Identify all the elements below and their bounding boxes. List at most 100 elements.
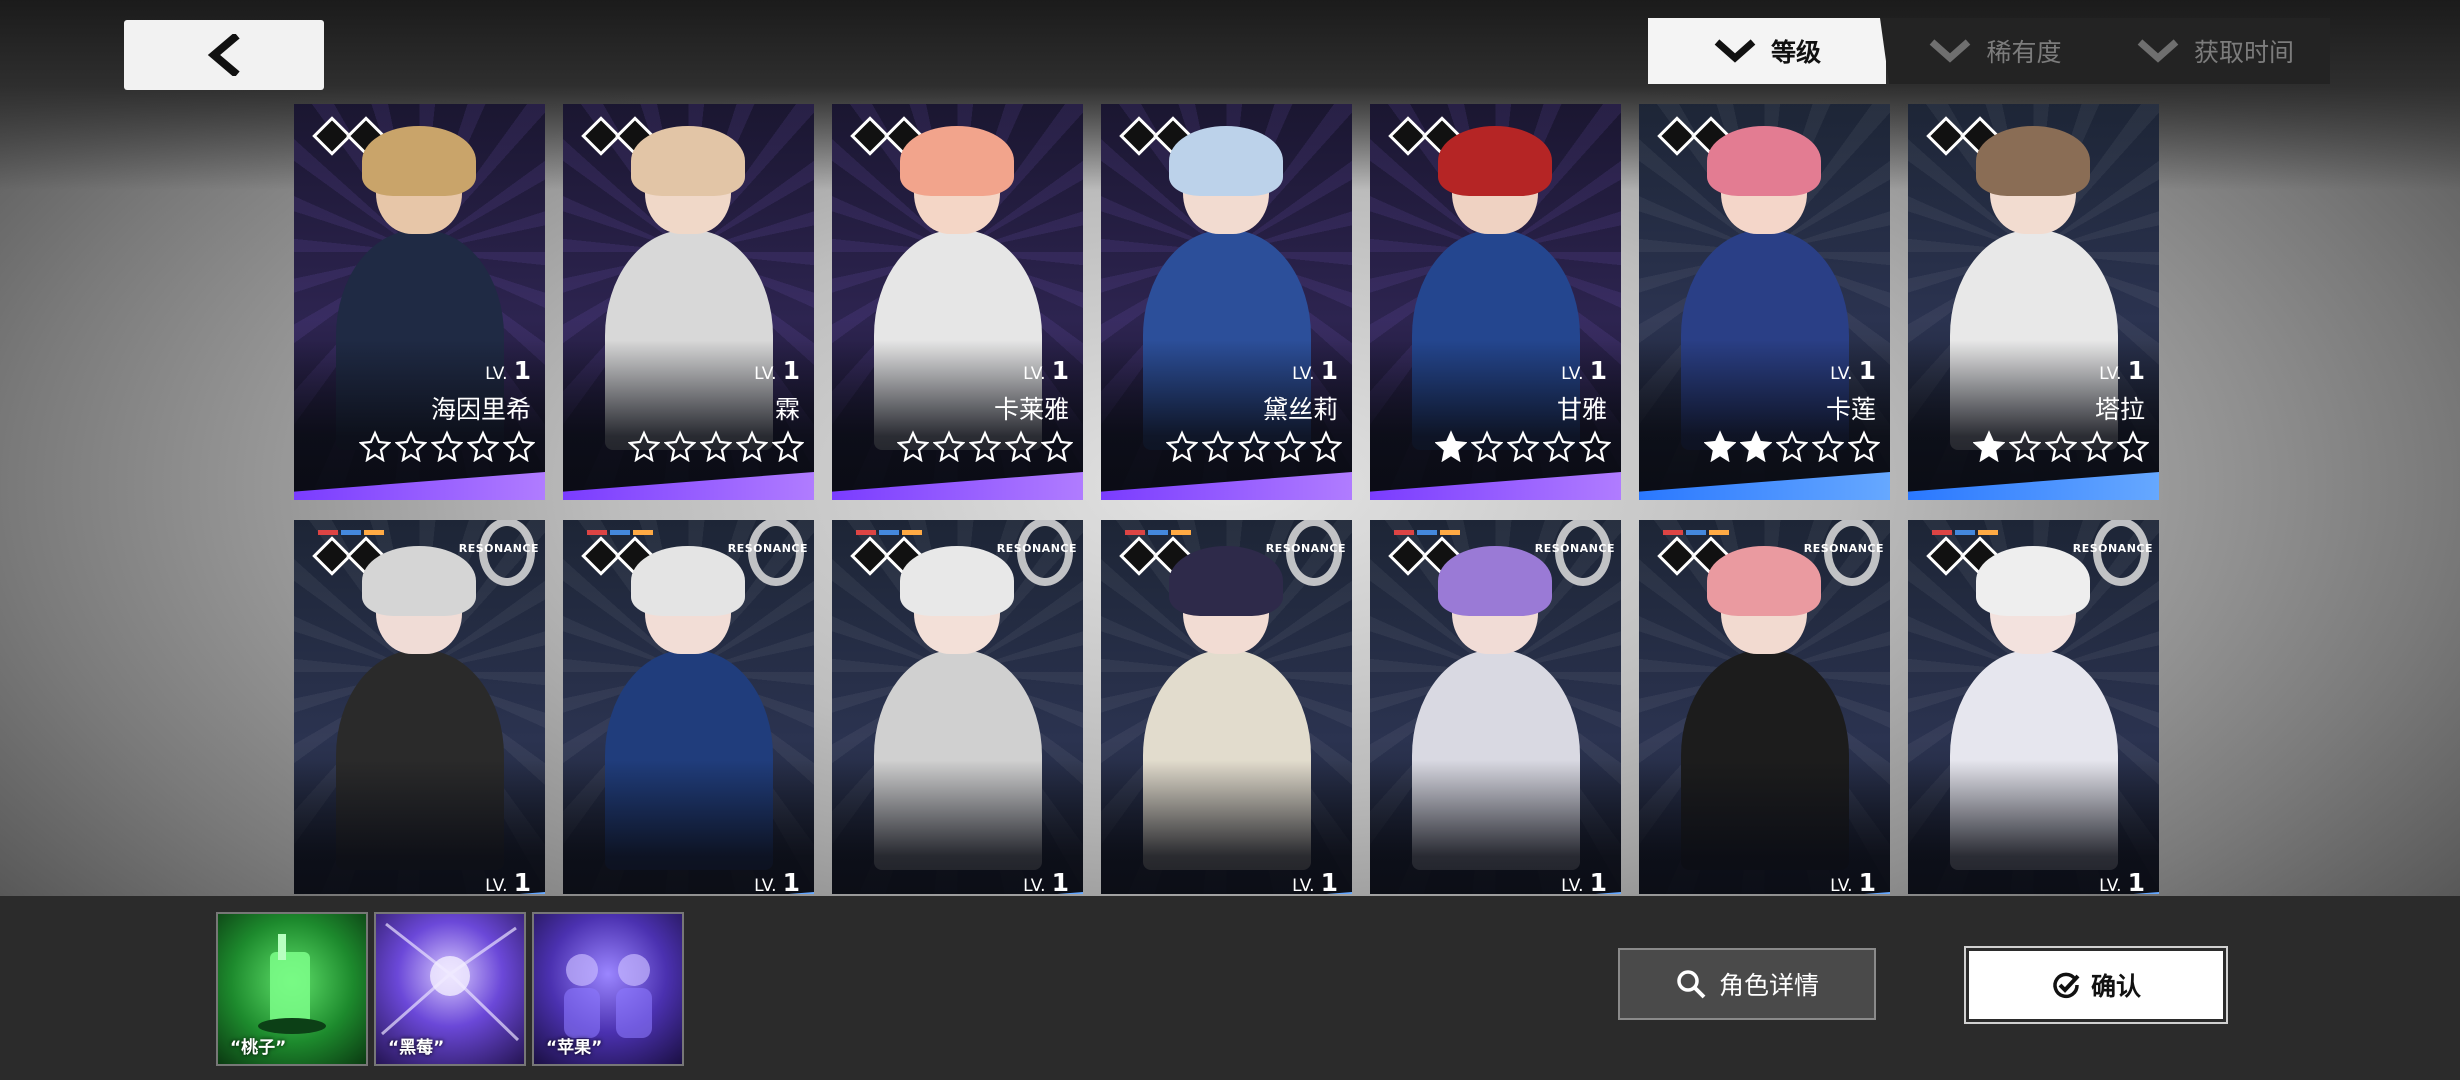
character-card[interactable]: RESONANCELV.1山岚	[294, 520, 545, 894]
star-icon	[1274, 430, 1306, 462]
star-rating	[628, 430, 804, 462]
level-prefix: LV.	[754, 876, 777, 894]
character-name: 塔拉	[2094, 395, 2145, 424]
star-icon	[1812, 430, 1844, 462]
star-icon	[503, 430, 535, 462]
level-display: LV. 1	[680, 868, 800, 894]
star-icon	[1310, 430, 1342, 462]
skill-slot-apple[interactable]: “苹果”	[532, 912, 684, 1066]
skill-slot-blackberry[interactable]: “黑莓”	[374, 912, 526, 1066]
sort-tabs: 等级 稀有度 获取时间	[1648, 18, 2330, 84]
level-prefix: LV.	[1830, 876, 1853, 894]
level-prefix: LV.	[1561, 876, 1584, 894]
star-icon	[1005, 430, 1037, 462]
star-rating	[897, 430, 1073, 462]
tab-rarity[interactable]: 稀有度	[1880, 18, 2110, 84]
star-icon	[2045, 430, 2077, 462]
star-icon	[700, 430, 732, 462]
confirm-button[interactable]: 确认	[1964, 946, 2228, 1024]
character-card[interactable]: LV. 1 塔拉	[1908, 104, 2159, 500]
character-card[interactable]: LV. 1 卡莲	[1639, 104, 1890, 500]
tab-acquire-time[interactable]: 获取时间	[2100, 18, 2330, 84]
level-value: 1	[1320, 356, 1338, 385]
star-icon	[1507, 430, 1539, 462]
level-display: LV. 1	[949, 868, 1069, 894]
star-icon	[1740, 430, 1772, 462]
back-button[interactable]	[124, 20, 324, 90]
star-icon	[969, 430, 1001, 462]
element-bar	[587, 530, 653, 535]
character-card[interactable]: LV. 1 卡莱雅	[832, 104, 1083, 500]
star-icon	[1471, 430, 1503, 462]
level-prefix: LV.	[485, 876, 508, 894]
character-card[interactable]: RESONANCELV.1雷火	[832, 520, 1083, 894]
star-icon	[2117, 430, 2149, 462]
character-card[interactable]: RESONANCELV.1跳鼠	[1101, 520, 1352, 894]
level-prefix: LV.	[1023, 364, 1046, 384]
character-name: 黛丝莉	[1262, 395, 1338, 424]
level-prefix: LV.	[2099, 364, 2122, 384]
level-value: 1	[1858, 868, 1876, 894]
level-value: 1	[2127, 356, 2145, 385]
star-icon	[1704, 430, 1736, 462]
character-name: 霖	[774, 395, 800, 424]
character-card[interactable]: LV. 1 黛丝莉	[1101, 104, 1352, 500]
level-display: LV. 1	[1487, 868, 1607, 894]
level-prefix: LV.	[1561, 364, 1584, 384]
skill-label: “桃子”	[230, 1038, 287, 1058]
search-icon	[1677, 970, 1706, 999]
level-display: LV. 1	[1756, 356, 1876, 385]
character-card[interactable]: RESONANCELV.1静流	[563, 520, 814, 894]
level-display: LV. 1	[2025, 356, 2145, 385]
detail-button-label: 角色详情	[1718, 971, 1819, 1000]
level-display: LV. 1	[949, 356, 1069, 385]
star-rating	[359, 430, 535, 462]
star-icon	[736, 430, 768, 462]
character-card[interactable]: RESONANCELV.1瑞秋	[1370, 520, 1621, 894]
level-value: 1	[1051, 356, 1069, 385]
star-icon	[1435, 430, 1467, 462]
character-name: 卡莱雅	[993, 395, 1069, 424]
character-name: 卡莲	[1825, 395, 1876, 424]
level-display: LV. 1	[411, 868, 531, 894]
star-icon	[1848, 430, 1880, 462]
star-icon	[1238, 430, 1270, 462]
element-bar	[1932, 530, 1998, 535]
confirm-button-label: 确认	[2090, 972, 2141, 1001]
tab-label: 等级	[1770, 38, 1821, 67]
level-prefix: LV.	[754, 364, 777, 384]
character-card[interactable]: LV. 1 甘雅	[1370, 104, 1621, 500]
level-value: 1	[1858, 356, 1876, 385]
tab-level[interactable]: 等级	[1648, 18, 1886, 84]
level-value: 1	[1589, 868, 1607, 894]
star-icon	[395, 430, 427, 462]
star-rating	[1435, 430, 1611, 462]
skill-label: “苹果”	[546, 1038, 603, 1058]
character-card[interactable]: RESONANCELV.1阿尔喀娜	[1908, 520, 2159, 894]
character-card[interactable]: LV. 1 海因里希	[294, 104, 545, 500]
chevron-left-icon	[207, 34, 240, 76]
star-icon	[628, 430, 660, 462]
level-prefix: LV.	[1292, 876, 1315, 894]
star-rating	[1973, 430, 2149, 462]
tab-label: 获取时间	[2193, 38, 2294, 67]
star-icon	[1166, 430, 1198, 462]
level-prefix: LV.	[1830, 364, 1853, 384]
character-detail-button[interactable]: 角色详情	[1618, 948, 1876, 1020]
level-display: LV. 1	[1487, 356, 1607, 385]
level-value: 1	[1320, 868, 1338, 894]
star-icon	[359, 430, 391, 462]
skill-slot-peach[interactable]: “桃子”	[216, 912, 368, 1066]
level-value: 1	[1051, 868, 1069, 894]
character-name: 甘雅	[1556, 395, 1607, 424]
level-value: 1	[513, 868, 531, 894]
level-display: LV. 1	[1756, 868, 1876, 894]
skill-label: “黑莓”	[388, 1038, 445, 1058]
character-name: 海因里希	[430, 395, 531, 424]
star-icon	[467, 430, 499, 462]
character-card[interactable]: LV. 1 霖	[563, 104, 814, 500]
star-icon	[1202, 430, 1234, 462]
star-icon	[664, 430, 696, 462]
level-value: 1	[2127, 868, 2145, 894]
character-card[interactable]: RESONANCELV.1伽罗尔	[1639, 520, 1890, 894]
